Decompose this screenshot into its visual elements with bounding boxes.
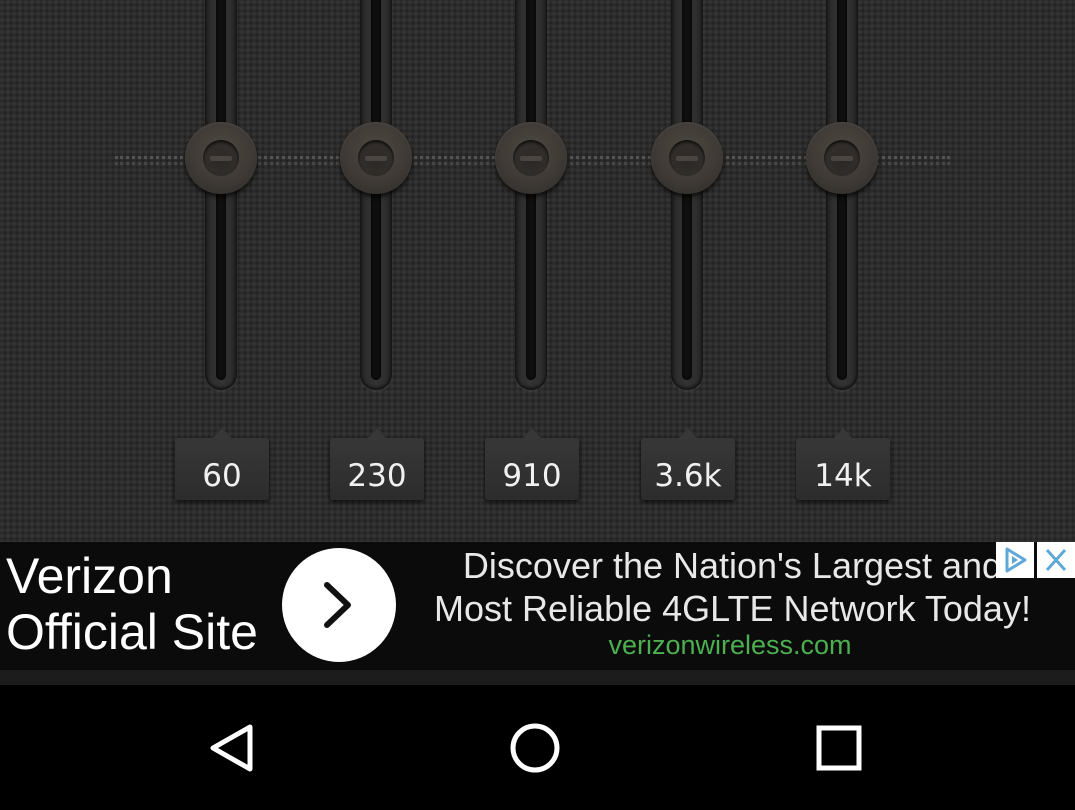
band-frequency-label: 14k	[796, 428, 890, 500]
ad-url[interactable]: verizonwireless.com	[400, 630, 1060, 661]
eq-band-230: 230	[316, 0, 436, 542]
adchoices-icon[interactable]	[996, 542, 1034, 578]
slider-knob[interactable]	[185, 122, 257, 194]
band-frequency-label: 230	[330, 428, 424, 500]
recents-button[interactable]	[798, 713, 878, 783]
band-frequency-label: 910	[485, 428, 579, 500]
chevron-right-icon	[324, 582, 351, 628]
screen: 60 230 910 3.6k 14k Verizon Official Sit…	[0, 0, 1075, 810]
slider-knob[interactable]	[651, 122, 723, 194]
slider-track[interactable]	[671, 0, 703, 390]
back-triangle-icon	[210, 724, 253, 772]
ad-title: Verizon Official Site	[6, 548, 258, 660]
eq-band-3.6k: 3.6k	[627, 0, 747, 542]
equalizer-panel: 60 230 910 3.6k 14k	[0, 0, 1075, 542]
band-frequency-label: 3.6k	[641, 428, 735, 500]
back-button[interactable]	[193, 713, 273, 783]
slider-knob[interactable]	[340, 122, 412, 194]
navigation-bar	[0, 685, 1075, 810]
ad-headline: Discover the Nation's Largest and Most R…	[434, 545, 1031, 629]
close-icon[interactable]	[1037, 542, 1075, 578]
slider-knob[interactable]	[806, 122, 878, 194]
recents-square-icon	[816, 725, 862, 771]
ad-bottom-strip	[0, 670, 1075, 685]
ad-open-button[interactable]	[282, 548, 396, 662]
slider-track[interactable]	[205, 0, 237, 390]
eq-band-14k: 14k	[782, 0, 902, 542]
eq-band-60: 60	[161, 0, 281, 542]
band-frequency-label: 60	[175, 428, 269, 500]
slider-track[interactable]	[515, 0, 547, 390]
slider-knob[interactable]	[495, 122, 567, 194]
eq-band-910: 910	[471, 0, 591, 542]
ad-banner[interactable]: Verizon Official Site Discover the Natio…	[0, 542, 1075, 670]
home-circle-icon	[510, 723, 560, 773]
home-button[interactable]	[496, 713, 576, 783]
slider-track[interactable]	[826, 0, 858, 390]
slider-track[interactable]	[360, 0, 392, 390]
